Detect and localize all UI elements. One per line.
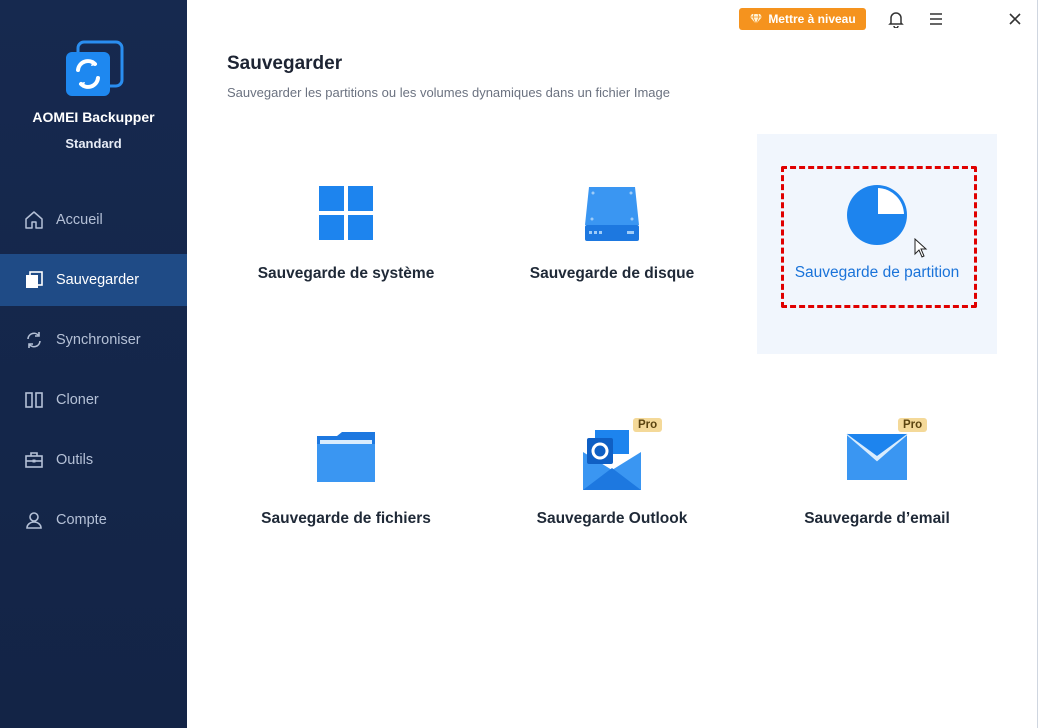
- page-subtitle: Sauvegarder les partitions ou les volume…: [227, 85, 670, 100]
- partition-backup-tile[interactable]: Sauvegarde de partition: [757, 134, 997, 354]
- sidebar-item-label: Compte: [56, 512, 107, 528]
- sidebar-item-cloner[interactable]: Cloner: [0, 374, 187, 426]
- main-panel: Mettre à niveau Sauvegarder Sauvegarder …: [187, 0, 1038, 728]
- home-icon: [25, 211, 43, 229]
- pro-badge: Pro: [898, 418, 928, 432]
- windows-icon: [319, 186, 373, 240]
- sidebar-item-label: Accueil: [56, 212, 103, 228]
- app-edition: Standard: [65, 136, 122, 151]
- clone-icon: [25, 392, 43, 408]
- sidebar-item-label: Synchroniser: [56, 332, 141, 348]
- app-name: AOMEI Backupper: [32, 109, 155, 125]
- sidebar-item-compte[interactable]: Compte: [0, 494, 187, 546]
- tile-label: Sauvegarde de disque: [529, 265, 695, 282]
- sidebar-item-label: Outils: [56, 452, 94, 468]
- notification-bell-icon[interactable]: [886, 9, 906, 29]
- sidebar-item-label: Sauvegarder: [56, 272, 140, 288]
- pro-badge: Pro: [633, 418, 663, 432]
- file-backup-tile[interactable]: Sauvegarde de fichiers: [226, 380, 466, 600]
- disk-icon: [585, 187, 639, 241]
- outlook-icon: [583, 430, 641, 490]
- disk-backup-tile[interactable]: Sauvegarde de disque: [492, 135, 732, 355]
- menu-icon[interactable]: [926, 9, 946, 29]
- tile-label: Sauvegarde de partition: [794, 264, 960, 281]
- toolbox-icon: [25, 452, 43, 468]
- user-icon: [26, 512, 42, 529]
- tile-label: Sauvegarde de fichiers: [261, 510, 431, 527]
- folder-icon: [317, 432, 375, 482]
- page-title: Sauvegarder: [227, 53, 343, 74]
- tile-label: Sauvegarde de système: [257, 265, 435, 282]
- partition-pie-icon: [847, 185, 907, 245]
- sidebar-item-sauvegarder[interactable]: Sauvegarder: [0, 254, 187, 306]
- upgrade-button[interactable]: Mettre à niveau: [739, 8, 866, 30]
- tile-label: Sauvegarde d’email: [804, 510, 950, 527]
- system-backup-tile[interactable]: Sauvegarde de système: [226, 135, 466, 355]
- app-logo-icon: [64, 40, 124, 98]
- sidebar: AOMEI Backupper Standard Accueil Sauvega…: [0, 0, 187, 728]
- sidebar-item-synchroniser[interactable]: Synchroniser: [0, 314, 187, 366]
- email-icon: [846, 433, 908, 480]
- tile-label: Sauvegarde Outlook: [536, 510, 688, 527]
- sync-icon: [27, 332, 41, 348]
- close-icon[interactable]: [1005, 9, 1025, 29]
- sidebar-item-accueil[interactable]: Accueil: [0, 194, 187, 246]
- upgrade-label: Mettre à niveau: [768, 12, 856, 26]
- mouse-cursor-icon: [914, 238, 928, 258]
- email-backup-tile[interactable]: Pro Sauvegarde d’email: [757, 380, 997, 600]
- sidebar-item-outils[interactable]: Outils: [0, 434, 187, 486]
- sidebar-item-label: Cloner: [56, 392, 99, 408]
- outlook-backup-tile[interactable]: Pro Sauvegarde Outlook: [492, 380, 732, 600]
- backup-icon: [26, 271, 43, 288]
- diamond-icon: [750, 13, 763, 25]
